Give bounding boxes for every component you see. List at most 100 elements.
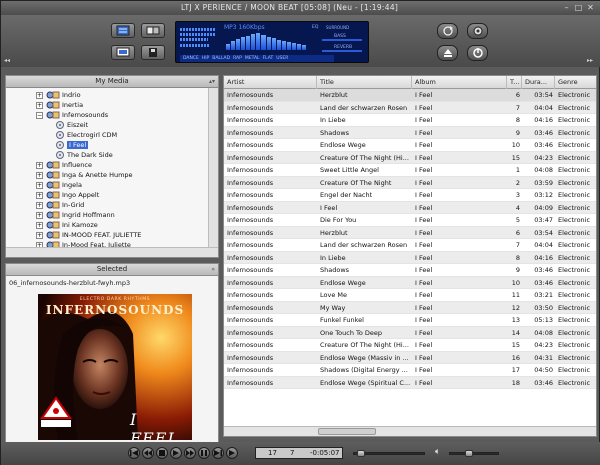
playlist-row[interactable]: Infernosounds Endlose Wege (Spiritual C..… [224,376,596,389]
playlist-horizontal-scrollbar[interactable] [224,426,596,436]
playlist-row[interactable]: Infernosounds Land der schwarzen Rosen I F… [224,101,596,114]
volume-handle[interactable] [464,450,473,457]
playlist-row[interactable]: Infernosounds Herzblut I Feel 6 03:54 Electro… [224,226,596,239]
skip-back-button[interactable] [128,447,140,459]
maximize-button[interactable]: □ [573,3,584,13]
playlist-row[interactable]: Infernosounds Land der schwarzen Rosen I F… [224,239,596,252]
playlist-row[interactable]: Infernosounds Funkel Funkel I Feel 13 05:13 E… [224,314,596,327]
playlist-row[interactable]: Infernosounds Endlose Wege I Feel 10 03:46 El… [224,276,596,289]
expand-arrow-icon[interactable]: » [211,264,215,275]
tree-item[interactable]: + Inga & Anette Humpe [36,170,133,180]
column-header-album[interactable]: Album [412,76,507,89]
tree-item[interactable]: + Ini Kamoze [36,220,98,230]
collapse-toggle-left[interactable]: ◂◂ [4,57,10,64]
playlist-row[interactable]: Infernosounds Creature Of The Night (Hi..… [224,151,596,164]
stop-button[interactable] [156,447,168,459]
column-header-artist[interactable]: Artist [224,76,317,89]
tree-item[interactable]: + IN-MOOD FEAT. JULIETTE [36,230,141,240]
tree-item[interactable]: Electrogirl CDM [56,130,117,140]
eq-preset-rap[interactable]: RAP [233,55,242,62]
tree-expander[interactable]: + [36,221,43,229]
sort-arrow-icon[interactable]: ▴▾ [209,76,215,87]
playlist-row[interactable]: Infernosounds Herzblut I Feel 6 03:54 Electro… [224,89,596,102]
playlist-row[interactable]: Infernosounds Love Me I Feel 11 03:21 Electro… [224,289,596,302]
column-header-track[interactable]: T... [507,76,522,89]
eq-preset-flat[interactable]: FLAT [263,55,274,62]
tree-item[interactable]: + Influence [36,160,92,170]
playlist-row[interactable]: Infernosounds Engel der Nacht I Feel 3 03:12… [224,189,596,202]
playlist-button[interactable] [141,23,165,38]
playlist-row[interactable]: Infernosounds Endlose Wege (Massiv in ...… [224,351,596,364]
playlist-row[interactable]: Infernosounds Shadows I Feel 9 03:46 Electron… [224,264,596,277]
collapse-toggle-right[interactable]: ▸▸ [587,57,593,64]
tree-expander[interactable]: + [36,211,43,219]
tree-item[interactable]: + Inertia [36,100,83,110]
tree-horizontal-scrollbar[interactable] [6,247,218,257]
tree-expander[interactable]: + [36,91,43,99]
visualization-button[interactable] [111,45,135,60]
playlist-row[interactable]: Infernosounds Shadows I Feel 9 03:46 Electron… [224,126,596,139]
settings-button[interactable] [467,23,488,39]
tree-item[interactable]: + Ingo Appelt [36,190,99,200]
tree-vertical-scrollbar[interactable] [208,88,218,248]
tree-expander[interactable]: + [36,231,43,239]
column-header-genre[interactable]: Genre [555,76,598,89]
cell-artist: Infernosounds [227,116,274,124]
playlist-row[interactable]: Infernosounds Endlose Wege I Feel 10 03:46 El… [224,139,596,152]
tree-expander[interactable]: + [36,191,43,199]
play-button[interactable] [170,447,182,459]
tree-item[interactable]: + In-Grid [36,200,84,210]
playlist-row[interactable]: Infernosounds Sweet Little Angel I Feel 1 04… [224,164,596,177]
tree-item[interactable]: The Dark Side [56,150,113,160]
tree-item[interactable]: + Ingela [36,180,82,190]
eject-button[interactable] [437,45,458,61]
playlist-row[interactable]: Infernosounds Creature Of The Night I Feel… [224,176,596,189]
volume-slider[interactable] [449,450,499,457]
tree-expander[interactable]: + [36,171,43,179]
playlist-row[interactable]: Infernosounds My Way I Feel 12 03:50 Electron… [224,301,596,314]
eq-preset-dance[interactable]: DANCE [183,55,199,62]
speaker-icon[interactable]: 🔈︎ [435,447,440,457]
seek-bar[interactable] [353,450,425,457]
playlist-row[interactable]: Infernosounds Die For You I Feel 5 03:47 Elec… [224,214,596,227]
reverb-slider[interactable] [322,50,362,52]
tree-item[interactable]: + Ingrid Hoffmann [36,210,115,220]
repeat-button[interactable] [437,23,458,39]
scroll-thumb[interactable] [318,428,376,435]
save-button[interactable] [141,45,165,60]
shutdown-button[interactable] [467,45,488,61]
tree-expander[interactable]: + [36,201,43,209]
shuffle-button[interactable] [226,447,238,459]
tree-item[interactable]: − Infernosounds [36,110,108,120]
fast-forward-button[interactable] [184,447,196,459]
tree-expander[interactable]: − [36,111,43,119]
eq-preset-ballad[interactable]: BALLAD [212,55,230,62]
bass-slider[interactable] [322,39,362,41]
power-icon [472,48,483,58]
close-button[interactable]: ✕ [585,3,596,13]
seek-handle[interactable] [357,450,366,457]
rewind-button[interactable] [142,447,154,459]
tree-item[interactable]: I Feel [56,140,89,150]
playlist-row[interactable]: Infernosounds Shadows (Digital Energy ...… [224,364,596,377]
tree-item-label: IN-MOOD FEAT. JULIETTE [62,231,142,239]
column-header-duration[interactable]: Dura... [522,76,555,89]
eq-preset-user[interactable]: USER [276,55,288,62]
playlist-row[interactable]: Infernosounds One Touch To Deep I Feel 14 04… [224,326,596,339]
column-header-title[interactable]: Title [317,76,412,89]
minimize-button[interactable]: – [561,3,572,13]
eq-preset-metal[interactable]: METAL [245,55,260,62]
playlist-row[interactable]: Infernosounds In Liebe I Feel 8 04:16 Electro… [224,251,596,264]
playlist-row[interactable]: Infernosounds Creature Of The Night (Hi..… [224,339,596,352]
playlist-row[interactable]: Infernosounds In Liebe I Feel 8 04:16 Electro… [224,114,596,127]
tree-expander[interactable]: + [36,101,43,109]
tree-item[interactable]: + Indrio [36,90,81,100]
eq-preset-hip[interactable]: HIP [202,55,209,62]
tree-expander[interactable]: + [36,181,43,189]
tree-item[interactable]: Eiszeit [56,120,88,130]
pause-button[interactable] [198,447,210,459]
playlist-row[interactable]: Infernosounds I Feel I Feel 4 04:09 Electroni… [224,201,596,214]
media-library-button[interactable] [111,23,135,38]
skip-forward-button[interactable] [212,447,224,459]
tree-expander[interactable]: + [36,161,43,169]
